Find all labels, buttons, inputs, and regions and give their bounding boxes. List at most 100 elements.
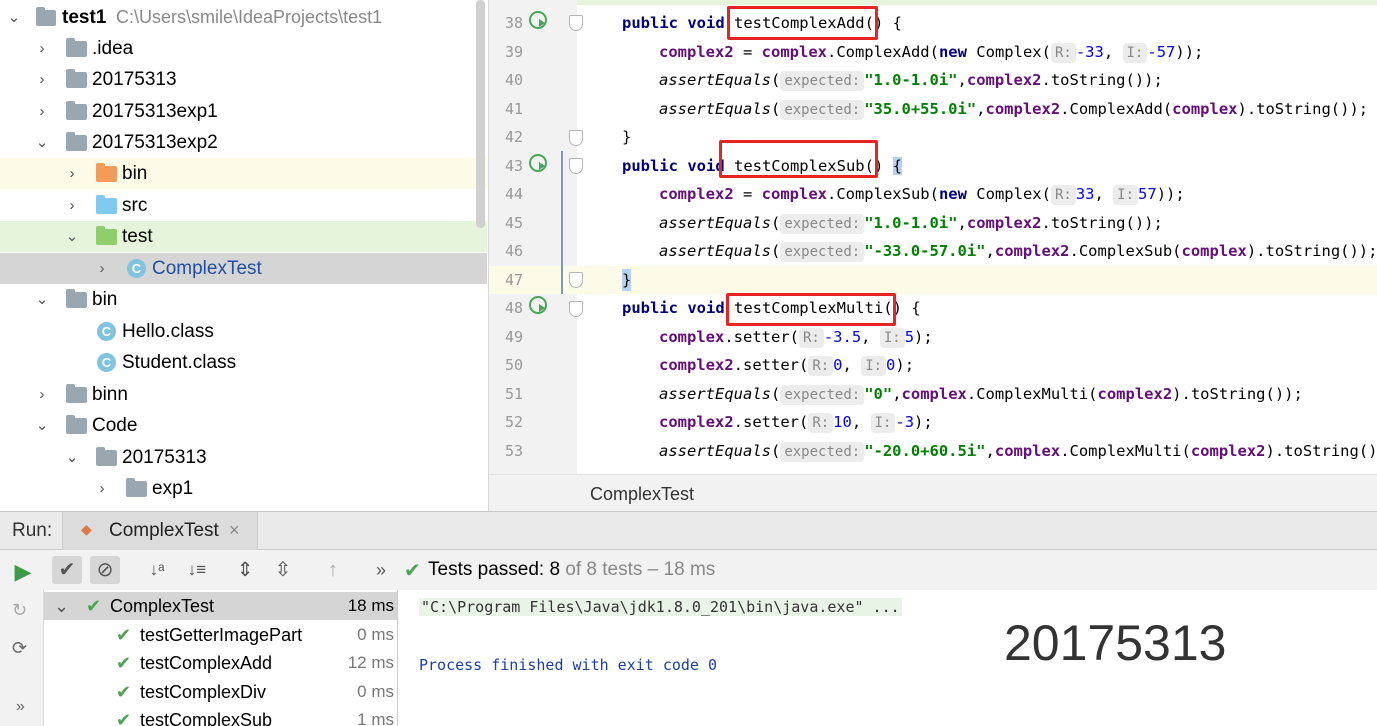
- chevron-down-icon[interactable]: ⌄: [54, 592, 69, 620]
- tree-item-complextest[interactable]: › C ComplexTest: [0, 253, 487, 284]
- chevron-down-icon[interactable]: ⌄: [34, 284, 50, 315]
- test-row[interactable]: ✔ testComplexDiv 0 ms: [44, 678, 397, 706]
- run-tab[interactable]: ◆ ComplexTest ×: [62, 512, 258, 550]
- line-number: 45: [504, 214, 523, 232]
- test-duration: 1 ms: [357, 710, 394, 726]
- sort-alpha-icon[interactable]: ↓ᵃ: [142, 556, 172, 584]
- tree-item-label: Hello.class: [122, 321, 214, 342]
- run-test-icon[interactable]: [529, 11, 547, 29]
- param-hint: I:: [1113, 185, 1139, 205]
- fold-marker-icon[interactable]: [569, 272, 583, 288]
- highlight-box: [726, 293, 896, 326]
- expand-all-icon[interactable]: ⇕: [230, 556, 260, 584]
- sort-duration-icon[interactable]: ↓≡: [182, 556, 212, 584]
- passed-icon: ✔: [116, 625, 132, 645]
- tree-item-20175313[interactable]: › 20175313: [0, 64, 487, 95]
- line-number: 43: [504, 157, 523, 175]
- chevron-right-icon[interactable]: ›: [94, 473, 110, 504]
- code-token: ,: [957, 71, 967, 89]
- test-row[interactable]: ⌄ ✔ ComplexTest 18 ms: [44, 592, 397, 620]
- console-output[interactable]: "C:\Program Files\Java\jdk1.8.0_201\bin\…: [399, 590, 1377, 726]
- test-row[interactable]: ✔ testGetterImagePart 0 ms: [44, 621, 397, 649]
- tree-item-code-20175313[interactable]: ⌄ 20175313: [0, 442, 487, 473]
- code-token: 0: [833, 356, 843, 374]
- tree-item-20175313exp2[interactable]: ⌄ 20175313exp2: [0, 127, 487, 158]
- tree-item-student-class[interactable]: C Student.class: [0, 347, 487, 378]
- rerun-icon[interactable]: ▶: [8, 558, 38, 586]
- tree-item-bin[interactable]: › bin: [0, 158, 487, 189]
- rerun-failed-icon[interactable]: ↻: [12, 600, 27, 621]
- run-test-icon[interactable]: [529, 296, 547, 314]
- tree-item-src[interactable]: › src: [0, 190, 487, 221]
- test-name: testComplexDiv: [140, 682, 267, 702]
- editor-breadcrumb[interactable]: ComplexTest: [489, 474, 1377, 511]
- param-hint: R:: [798, 328, 824, 348]
- chevron-down-icon[interactable]: ⌄: [64, 442, 80, 473]
- run-test-icon[interactable]: [529, 154, 547, 172]
- code-token: assertEquals: [659, 214, 771, 232]
- chevron-down-icon[interactable]: ⌄: [64, 221, 80, 252]
- param-hint: I:: [861, 356, 887, 376]
- param-hint: expected:: [780, 214, 865, 234]
- status-count: 8: [549, 559, 561, 580]
- tree-item-exp1[interactable]: › exp1: [0, 473, 487, 504]
- tree-item-idea[interactable]: › .idea: [0, 33, 487, 64]
- up-arrow-icon[interactable]: ↑: [318, 556, 348, 584]
- param-hint: R:: [808, 356, 834, 376]
- chevron-right-icon[interactable]: ›: [94, 253, 110, 284]
- console-exit-line: Process finished with exit code 0: [419, 656, 718, 674]
- passed-icon: ✔: [116, 682, 132, 702]
- test-name: testComplexSub: [140, 710, 273, 726]
- test-row[interactable]: ✔ testComplexAdd 12 ms: [44, 649, 397, 677]
- show-ignored-icon[interactable]: ⊘: [90, 556, 120, 584]
- test-row[interactable]: ✔ testComplexSub 1 ms: [44, 706, 397, 726]
- code-token: (: [770, 442, 781, 460]
- tree-item-test[interactable]: ⌄ test: [0, 221, 487, 252]
- code-token: (: [770, 100, 781, 118]
- chevron-right-icon[interactable]: ›: [64, 190, 80, 221]
- tree-item-code[interactable]: ⌄ Code: [0, 410, 487, 441]
- line-number: 51: [504, 385, 523, 403]
- run-side-toolbar: ↻ ⟳ »: [0, 590, 44, 726]
- tree-scrollbar[interactable]: [476, 0, 485, 228]
- fold-marker-icon[interactable]: [569, 130, 583, 146]
- folder-icon: [66, 415, 87, 434]
- more-icon[interactable]: »: [366, 556, 396, 584]
- chevron-right-icon[interactable]: ›: [34, 379, 50, 410]
- fold-marker-icon[interactable]: [569, 158, 583, 174]
- folder-icon: [66, 101, 87, 120]
- chevron-right-icon[interactable]: ›: [34, 33, 50, 64]
- chevron-down-icon[interactable]: ⌄: [34, 410, 50, 441]
- code-token: =: [733, 185, 762, 203]
- toggle-auto-test-icon[interactable]: ⟳: [12, 638, 27, 659]
- chevron-down-icon[interactable]: ⌄: [6, 2, 22, 33]
- chevron-down-icon[interactable]: ⌄: [34, 127, 50, 158]
- folder-icon: [66, 384, 87, 403]
- chevron-right-icon[interactable]: ›: [34, 96, 50, 127]
- code-token: complex: [659, 328, 725, 346]
- project-tree: ⌄ test1 C:\Users\smile\IdeaProjects\test…: [0, 0, 489, 511]
- code-token: ));: [1175, 43, 1204, 61]
- code-line: complex2 = complex.ComplexAdd(new Comple…: [659, 38, 1203, 66]
- code-token: "-20.0+60.5i": [864, 442, 986, 460]
- chevron-right-icon[interactable]: ›: [34, 64, 50, 95]
- tree-item-hello-class[interactable]: C Hello.class: [0, 316, 487, 347]
- tree-root[interactable]: ⌄ test1 C:\Users\smile\IdeaProjects\test…: [0, 2, 487, 33]
- line-number: 40: [504, 71, 523, 89]
- line-number: 50: [504, 356, 523, 374]
- code-token: assertEquals: [659, 242, 771, 260]
- tree-item-bin-2[interactable]: ⌄ bin: [0, 284, 487, 315]
- tree-item-20175313exp1[interactable]: › 20175313exp1: [0, 96, 487, 127]
- more-icon[interactable]: »: [16, 698, 25, 716]
- code-line: complex2.setter(R: 0, I: 0);: [659, 351, 914, 379]
- fold-marker-icon[interactable]: [569, 15, 583, 31]
- code-editor[interactable]: 38 39 40 41 42 43 44 45 46 47 48 49 50 5…: [489, 0, 1377, 511]
- close-icon[interactable]: ×: [229, 520, 240, 541]
- param-hint: expected:: [780, 385, 865, 405]
- collapse-all-icon[interactable]: ⇳: [268, 556, 298, 584]
- fold-marker-icon[interactable]: [569, 301, 583, 317]
- test-folder-icon: [96, 226, 117, 245]
- chevron-right-icon[interactable]: ›: [64, 158, 80, 189]
- tree-item-binn[interactable]: › binn: [0, 379, 487, 410]
- show-passed-icon[interactable]: ✔: [52, 556, 82, 584]
